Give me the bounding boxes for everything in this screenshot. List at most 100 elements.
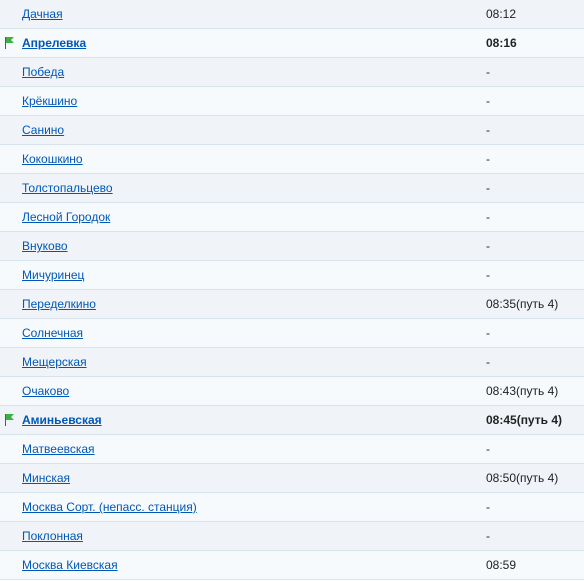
station-row: Поклонная -	[0, 522, 584, 551]
schedule-table: Дачная08:12Апрелевка08:16Победа-Крёкшино…	[0, 0, 584, 580]
time-cell: -	[486, 529, 584, 543]
time-cell: -	[486, 210, 584, 224]
station-row: Переделкино 08:35(путь 4)	[0, 290, 584, 319]
time-value: -	[486, 355, 490, 369]
station-link[interactable]: Кокошкино	[22, 152, 83, 166]
station-name-cell: Кокошкино	[18, 152, 486, 166]
time-value: 08:16	[486, 36, 517, 50]
station-link[interactable]: Очаково	[22, 384, 69, 398]
station-row: Матвеевская -	[0, 435, 584, 464]
station-link[interactable]: Санино	[22, 123, 64, 137]
station-link[interactable]: Мещерская	[22, 355, 87, 369]
time-cell: -	[486, 442, 584, 456]
time-cell: 08:35(путь 4)	[486, 297, 584, 311]
station-row: Толстопальцево -	[0, 174, 584, 203]
station-name-cell: Дачная	[18, 7, 486, 21]
time-cell: 08:59	[486, 558, 584, 572]
time-cell: -	[486, 500, 584, 514]
time-value: -	[486, 94, 490, 108]
station-name-cell: Мичуринец	[18, 268, 486, 282]
station-row: Санино -	[0, 116, 584, 145]
time-value: 08:35(путь 4)	[486, 297, 558, 311]
station-row: Москва Киевская 08:59	[0, 551, 584, 580]
station-link[interactable]: Матвеевская	[22, 442, 95, 456]
station-row: Крёкшино -	[0, 87, 584, 116]
time-cell: -	[486, 152, 584, 166]
station-name-cell: Минская	[18, 471, 486, 485]
station-name-cell: Мещерская	[18, 355, 486, 369]
station-name-cell: Матвеевская	[18, 442, 486, 456]
time-value: -	[486, 500, 490, 514]
time-value: 08:50(путь 4)	[486, 471, 558, 485]
time-value: -	[486, 442, 490, 456]
station-row: Апрелевка 08:16	[0, 29, 584, 58]
station-link[interactable]: Мичуринец	[22, 268, 84, 282]
time-cell: 08:16	[486, 36, 584, 50]
station-link[interactable]: Минская	[22, 471, 70, 485]
time-value: -	[486, 123, 490, 137]
station-link[interactable]: Переделкино	[22, 297, 96, 311]
time-cell: -	[486, 181, 584, 195]
station-name-cell: Москва Киевская	[18, 558, 486, 572]
time-cell: 08:45(путь 4)	[486, 413, 584, 427]
time-value: 08:12	[486, 7, 516, 21]
station-link[interactable]: Внуково	[22, 239, 68, 253]
station-row: Очаково 08:43(путь 4)	[0, 377, 584, 406]
station-row: Москва Сорт. (непасс. станция) -	[0, 493, 584, 522]
time-cell: -	[486, 268, 584, 282]
station-row: Мичуринец -	[0, 261, 584, 290]
time-cell: -	[486, 65, 584, 79]
station-link[interactable]: Победа	[22, 65, 64, 79]
time-cell: 08:43(путь 4)	[486, 384, 584, 398]
station-link[interactable]: Дачная	[22, 7, 63, 21]
station-link[interactable]: Москва Киевская	[22, 558, 118, 572]
time-value: -	[486, 181, 490, 195]
station-link[interactable]: Толстопальцево	[22, 181, 113, 195]
station-link[interactable]: Крёкшино	[22, 94, 77, 108]
flag-icon	[5, 414, 15, 426]
time-cell: 08:50(путь 4)	[486, 471, 584, 485]
time-cell: -	[486, 355, 584, 369]
station-row: Минская 08:50(путь 4)	[0, 464, 584, 493]
station-link[interactable]: Лесной Городок	[22, 210, 110, 224]
time-cell: -	[486, 94, 584, 108]
station-link[interactable]: Поклонная	[22, 529, 83, 543]
station-row: Аминьевская 08:45(путь 4)	[0, 406, 584, 435]
time-cell: -	[486, 123, 584, 137]
station-name-cell: Внуково	[18, 239, 486, 253]
station-name-cell: Крёкшино	[18, 94, 486, 108]
station-name-cell: Солнечная	[18, 326, 486, 340]
station-row: Мещерская -	[0, 348, 584, 377]
station-link[interactable]: Апрелевка	[22, 36, 86, 50]
station-row: Кокошкино -	[0, 145, 584, 174]
time-value: -	[486, 326, 490, 340]
station-link[interactable]: Аминьевская	[22, 413, 102, 427]
time-value: -	[486, 268, 490, 282]
time-value: 08:59	[486, 558, 516, 572]
time-cell: -	[486, 239, 584, 253]
station-link[interactable]: Солнечная	[22, 326, 83, 340]
station-name-cell: Победа	[18, 65, 486, 79]
time-value: -	[486, 210, 490, 224]
station-name-cell: Санино	[18, 123, 486, 137]
time-value: -	[486, 65, 490, 79]
flag-cell	[0, 37, 18, 49]
station-row: Лесной Городок -	[0, 203, 584, 232]
station-link[interactable]: Москва Сорт. (непасс. станция)	[22, 500, 197, 514]
station-name-cell: Апрелевка	[18, 36, 486, 50]
time-cell: 08:12	[486, 7, 584, 21]
time-value: -	[486, 152, 490, 166]
time-value: -	[486, 239, 490, 253]
station-name-cell: Москва Сорт. (непасс. станция)	[18, 500, 486, 514]
station-name-cell: Очаково	[18, 384, 486, 398]
time-value: 08:43(путь 4)	[486, 384, 558, 398]
station-row: Внуково -	[0, 232, 584, 261]
time-cell: -	[486, 326, 584, 340]
station-row: Победа -	[0, 58, 584, 87]
flag-icon	[5, 37, 15, 49]
time-value: -	[486, 529, 490, 543]
station-name-cell: Толстопальцево	[18, 181, 486, 195]
station-name-cell: Поклонная	[18, 529, 486, 543]
flag-cell	[0, 414, 18, 426]
station-row: Солнечная -	[0, 319, 584, 348]
